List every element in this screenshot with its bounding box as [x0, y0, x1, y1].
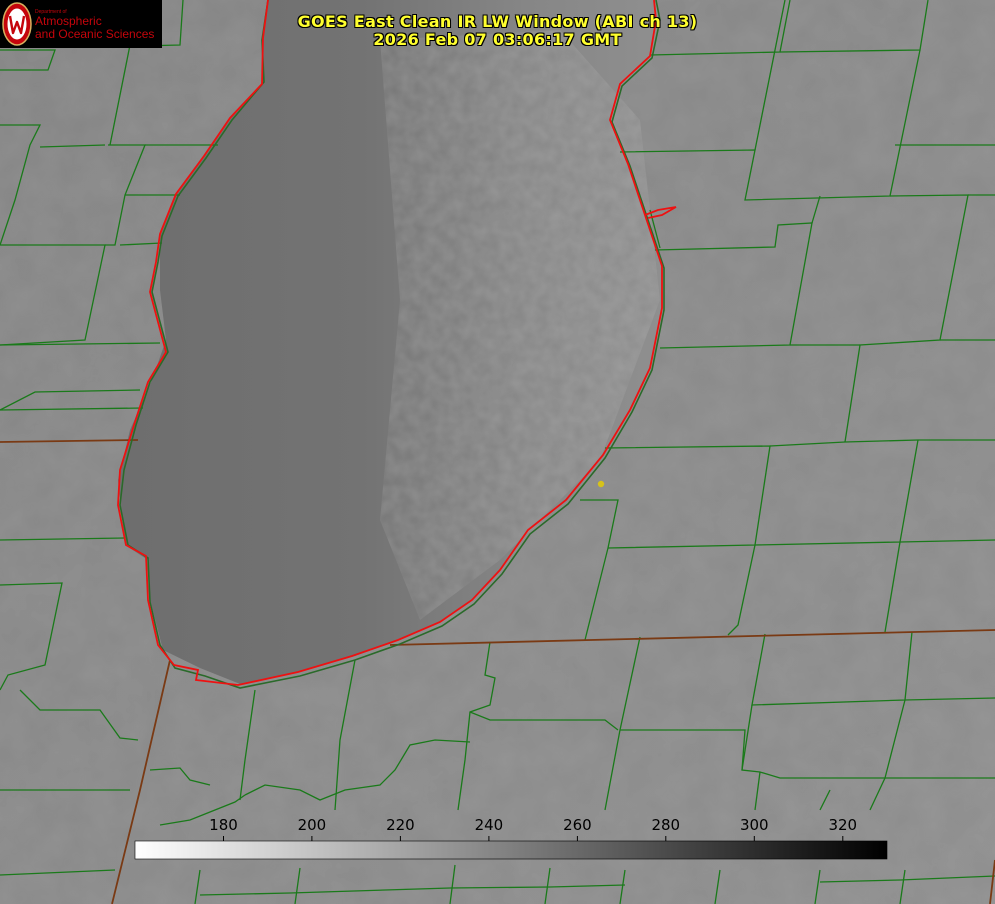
location-marker [597, 480, 605, 488]
satellite-map [0, 0, 995, 904]
colorbar-tick-label: 320 [828, 816, 857, 834]
colorbar-tick-label: 180 [209, 816, 238, 834]
colorbar-tick-label: 260 [563, 816, 592, 834]
product-timestamp: 2026 Feb 07 03:06:17 GMT [373, 30, 622, 49]
satellite-viewer: Department of Atmospheric and Oceanic Sc… [0, 0, 995, 904]
colorbar-ticks [223, 836, 844, 841]
product-title: GOES East Clean IR LW Window (ABI ch 13) [297, 12, 698, 31]
colorbar-tick-labels: 180 200 220 240 260 280 300 320 [209, 816, 857, 834]
colorbar-tick-label: 240 [475, 816, 504, 834]
colorbar-gradient [134, 840, 888, 860]
colorbar-tick-label: 300 [740, 816, 769, 834]
colorbar-tick-label: 200 [298, 816, 327, 834]
colorbar-tick-label: 280 [651, 816, 680, 834]
colorbar-tick-label: 220 [386, 816, 415, 834]
temperature-colorbar: 180 200 220 240 260 280 300 320 [134, 816, 888, 860]
